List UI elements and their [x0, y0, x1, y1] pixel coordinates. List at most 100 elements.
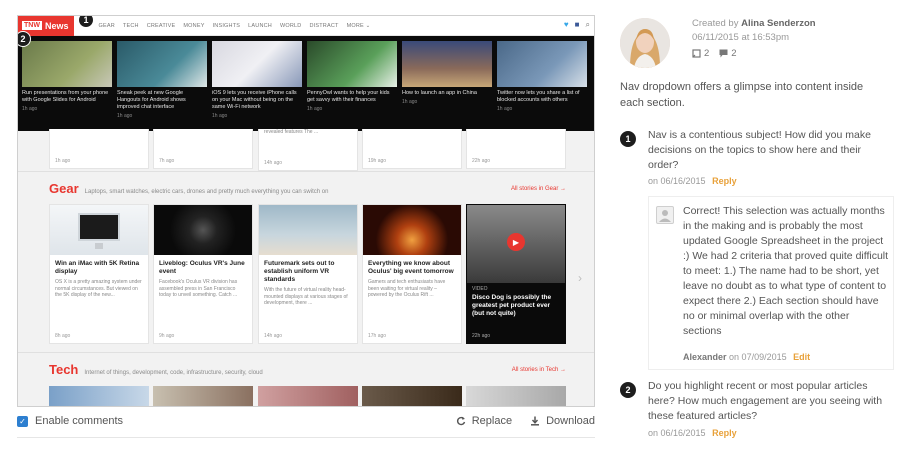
enable-comments-checkbox[interactable]: ✓ — [17, 415, 28, 427]
comment-text: Do you highlight recent or most popular … — [648, 380, 883, 422]
card-time: 19h ago — [368, 158, 387, 164]
dropdown-item-thumbnail — [307, 41, 397, 87]
tnw-logo-mark: TNW — [22, 21, 42, 30]
reply-author[interactable]: Alexander — [683, 352, 727, 362]
replace-label: Replace — [471, 415, 513, 427]
marker-count-icon — [692, 49, 701, 58]
card-time: 17h ago — [368, 333, 387, 339]
reply-meta: Alexander on 07/09/2015 Edit — [683, 352, 810, 362]
card[interactable]: revealed features The ... 14h ago — [258, 129, 358, 171]
section-divider — [18, 171, 594, 172]
card-title: Win an iMac with 5K Retina display — [55, 260, 140, 275]
facebook-icon[interactable]: ■ — [575, 20, 580, 30]
card[interactable]: 7h ago — [153, 129, 253, 169]
edit-button[interactable]: Edit — [793, 352, 810, 362]
card-time: 22h ago — [472, 158, 491, 164]
play-icon[interactable]: ▶ — [507, 233, 525, 251]
tech-section-title[interactable]: Tech — [49, 362, 78, 377]
dropdown-item[interactable]: iOS 9 lets you receive iPhone calls on y… — [212, 41, 302, 119]
section-divider — [18, 352, 594, 353]
card[interactable]: Win an iMac with 5K Retina display OS X … — [49, 204, 149, 344]
dropdown-item-time: 1h ago — [22, 106, 38, 112]
dropdown-item[interactable]: Sneak peek at new Google Hangouts for An… — [117, 41, 207, 119]
created-by-prefix: Created by — [692, 18, 739, 29]
card[interactable]: Futuremark sets out to establish uniform… — [258, 204, 358, 344]
comment-number-1[interactable]: 1 — [620, 131, 636, 147]
card-image — [259, 205, 357, 255]
enable-comments-label[interactable]: Enable comments — [35, 415, 123, 427]
card-title: Liveblog: Oculus VR's June event — [159, 260, 245, 275]
reply-text: Correct! This selection was actually mon… — [683, 205, 889, 337]
card[interactable]: 19h ago — [362, 129, 462, 169]
dropdown-item[interactable]: Twitter now lets you share a list of blo… — [497, 41, 587, 112]
all-stories-tech-link[interactable]: All stories in Tech → — [512, 367, 566, 373]
download-button[interactable]: Download — [530, 415, 595, 427]
preview-toolbar: ✓ Enable comments Replace Download — [17, 410, 595, 432]
card[interactable]: Everything we know about Oculus' big eve… — [362, 204, 462, 344]
card[interactable]: 1h ago — [49, 129, 149, 169]
reply-button[interactable]: Reply — [712, 176, 737, 186]
nav-item-tech[interactable]: TECH — [123, 23, 139, 29]
replace-button[interactable]: Replace — [456, 415, 512, 427]
comment-text: Nav is a contentious subject! How did yo… — [648, 129, 871, 171]
card-excerpt: With the future of virtual reality head-… — [264, 287, 348, 306]
dropdown-item-thumbnail — [212, 41, 302, 87]
dropdown-item[interactable]: Run presentations from your phone with G… — [22, 41, 112, 112]
card-image[interactable] — [153, 386, 253, 406]
chevron-right-icon[interactable]: › — [578, 271, 582, 285]
nav-item-distract[interactable]: DISTRACT — [309, 23, 338, 29]
toolbar-divider — [17, 437, 595, 438]
card[interactable]: 22h ago — [466, 129, 566, 169]
dropdown-item[interactable]: How to launch an app in China 1h ago — [402, 41, 492, 105]
dropdown-item-thumbnail — [22, 41, 112, 87]
author-name[interactable]: Alina Senderzon — [741, 18, 815, 29]
screen-description: Nav dropdown offers a glimpse into conte… — [620, 81, 864, 109]
gear-section: Gear Laptops, smart watches, electric ca… — [18, 176, 594, 356]
card-time: 7h ago — [159, 158, 175, 164]
reply-button[interactable]: Reply — [712, 428, 737, 438]
nav-item-creative[interactable]: CREATIVE — [147, 23, 176, 29]
gear-section-title[interactable]: Gear — [49, 181, 79, 196]
dropdown-item-title: Run presentations from your phone with G… — [22, 90, 109, 103]
nav-social-icons: ♥ ■ ⌕ — [564, 20, 590, 30]
nav-dropdown: Run presentations from your phone with G… — [18, 36, 594, 131]
card-time: 1h ago — [55, 158, 71, 164]
card-excerpt: Facebook's Oculus VR division has assemb… — [159, 279, 238, 298]
nav-item-gear[interactable]: GEAR — [99, 23, 115, 29]
nav-item-money[interactable]: MONEY — [183, 23, 204, 29]
markers-count: 2 — [704, 48, 710, 59]
nav-item-more[interactable]: MORE ⌄ — [347, 23, 371, 29]
gear-section-header: Gear Laptops, smart watches, electric ca… — [49, 181, 328, 196]
card-excerpt: OS X is a pretty amazing system under no… — [55, 279, 142, 298]
created-by: Created by Alina Senderzon — [692, 18, 816, 29]
reply-date: on 07/09/2015 — [729, 352, 787, 362]
card-image[interactable] — [49, 386, 149, 406]
nav-item-launch[interactable]: LAUNCH — [248, 23, 272, 29]
card[interactable]: Liveblog: Oculus VR's June event Faceboo… — [153, 204, 253, 344]
card-image[interactable] — [466, 386, 566, 406]
design-preview[interactable]: TNW News US GEAR TECH CREATIVE MONEY INS… — [17, 15, 595, 407]
twitter-icon[interactable]: ♥ — [564, 20, 569, 30]
card-excerpt: revealed features The ... — [264, 129, 319, 135]
card-image[interactable] — [258, 386, 358, 406]
nav-item-insights[interactable]: INSIGHTS — [213, 23, 241, 29]
card-image[interactable] — [362, 386, 462, 406]
avatar-portrait — [620, 18, 670, 68]
comment-number-2[interactable]: 2 — [620, 382, 636, 398]
search-icon[interactable]: ⌕ — [586, 20, 590, 30]
tech-section-subtitle: Internet of things, development, code, i… — [84, 370, 263, 376]
dropdown-item-time: 1h ago — [212, 113, 228, 119]
all-stories-gear-link[interactable]: All stories in Gear → — [511, 186, 566, 192]
nav-item-world[interactable]: WORLD — [280, 23, 301, 29]
comments-stat: 2 — [719, 48, 737, 59]
dropdown-item[interactable]: PennyOwl wants to help your kids get sav… — [307, 41, 397, 112]
dropdown-item-time: 1h ago — [402, 99, 418, 105]
card-excerpt: Gamers and tech enthusiasts have been wa… — [368, 279, 446, 298]
tnw-logo-text: News — [44, 20, 69, 31]
card-time: 9h ago — [159, 333, 175, 339]
download-icon — [531, 416, 540, 426]
card-video[interactable]: ▶ VIDEO Disco Dog is possibly the greate… — [466, 204, 566, 344]
dropdown-item-thumbnail — [402, 41, 492, 87]
download-label: Download — [546, 415, 595, 427]
dropdown-item-time: 1h ago — [117, 113, 133, 119]
